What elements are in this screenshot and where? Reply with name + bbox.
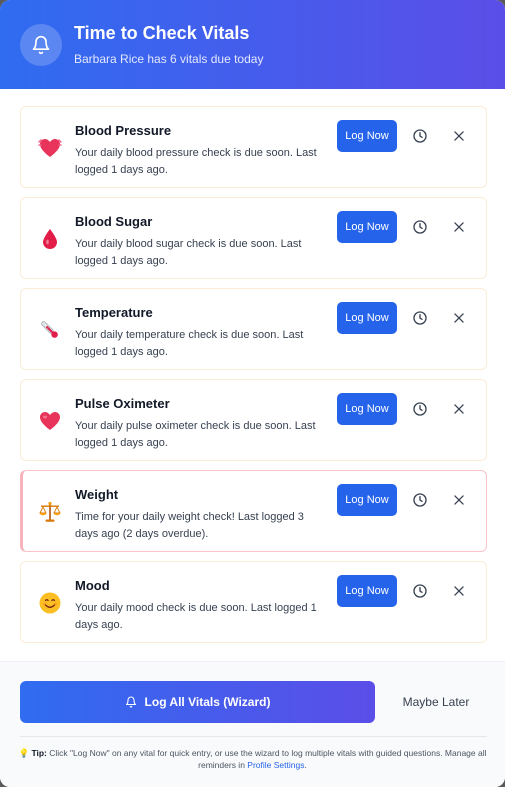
log-now-button[interactable]: Log Now [337,211,397,243]
heart-pulse-icon [38,139,62,157]
vital-description: Your daily blood sugar check is due soon… [75,238,302,267]
vital-card-pulse-oximeter: Pulse Oximeter Your daily pulse oximeter… [20,379,487,461]
close-icon[interactable] [452,402,466,416]
bell-icon [125,696,136,708]
thermometer-icon [41,321,58,338]
vital-description: Your daily temperature check is due soon… [75,329,304,358]
vital-card-weight: Weight Time for your daily weight check!… [20,470,487,552]
close-icon[interactable] [452,220,466,234]
tip-end: . [304,760,307,770]
clock-icon[interactable] [412,492,428,508]
clock-icon[interactable] [412,401,428,417]
smiley-icon [39,592,61,614]
blood-drop-icon [43,229,57,249]
maybe-later-button[interactable]: Maybe Later [386,681,486,723]
vital-name: Blood Pressure [75,123,172,138]
lightbulb-icon: 💡 [18,748,30,758]
tip-label: Tip: [31,748,47,758]
log-now-button[interactable]: Log Now [337,393,397,425]
divider [20,736,487,737]
vital-description: Your daily pulse oximeter check is due s… [75,420,316,449]
close-icon[interactable] [452,493,466,507]
clock-icon[interactable] [412,219,428,235]
scale-icon [39,501,61,522]
vital-name: Blood Sugar [75,214,153,229]
vital-name: Pulse Oximeter [75,396,170,411]
heart-icon [40,412,60,430]
vital-name: Mood [75,578,110,593]
vitals-list: Blood Pressure Your daily blood pressure… [0,89,505,661]
vital-description: Your daily blood pressure check is due s… [75,147,317,176]
vital-name: Temperature [75,305,153,320]
modal-title: Time to Check Vitals [74,23,250,43]
tip-text: 💡 Tip: Click "Log Now" on any vital for … [10,747,495,771]
clock-icon[interactable] [412,310,428,326]
log-now-button[interactable]: Log Now [337,575,397,607]
log-now-button[interactable]: Log Now [337,302,397,334]
log-now-button[interactable]: Log Now [337,120,397,152]
vital-name: Weight [75,487,119,502]
close-icon[interactable] [452,311,466,325]
close-icon[interactable] [452,129,466,143]
close-icon[interactable] [452,584,466,598]
vitals-reminder-modal: Time to Check Vitals Barbara Rice has 6 … [0,0,505,787]
log-all-vitals-wizard-button[interactable]: Log All Vitals (Wizard) [20,681,375,723]
modal-header: Time to Check Vitals Barbara Rice has 6 … [0,0,505,89]
modal-subtitle: Barbara Rice has 6 vitals due today [74,52,264,66]
clock-icon[interactable] [412,128,428,144]
vital-card-blood-pressure: Blood Pressure Your daily blood pressure… [20,106,487,188]
vital-card-temperature: Temperature Your daily temperature check… [20,288,487,370]
vital-card-blood-sugar: Blood Sugar Your daily blood sugar check… [20,197,487,279]
wizard-button-label: Log All Vitals (Wizard) [144,695,271,709]
profile-settings-link[interactable]: Profile Settings [247,760,304,770]
log-now-button[interactable]: Log Now [337,484,397,516]
clock-icon[interactable] [412,583,428,599]
modal-footer: Log All Vitals (Wizard) Maybe Later 💡 Ti… [0,661,505,787]
bell-icon [20,23,62,66]
vital-description: Your daily mood check is due soon. Last … [75,602,317,631]
vital-card-mood: Mood Your daily mood check is due soon. … [20,561,487,643]
vital-description: Time for your daily weight check! Last l… [75,511,304,540]
